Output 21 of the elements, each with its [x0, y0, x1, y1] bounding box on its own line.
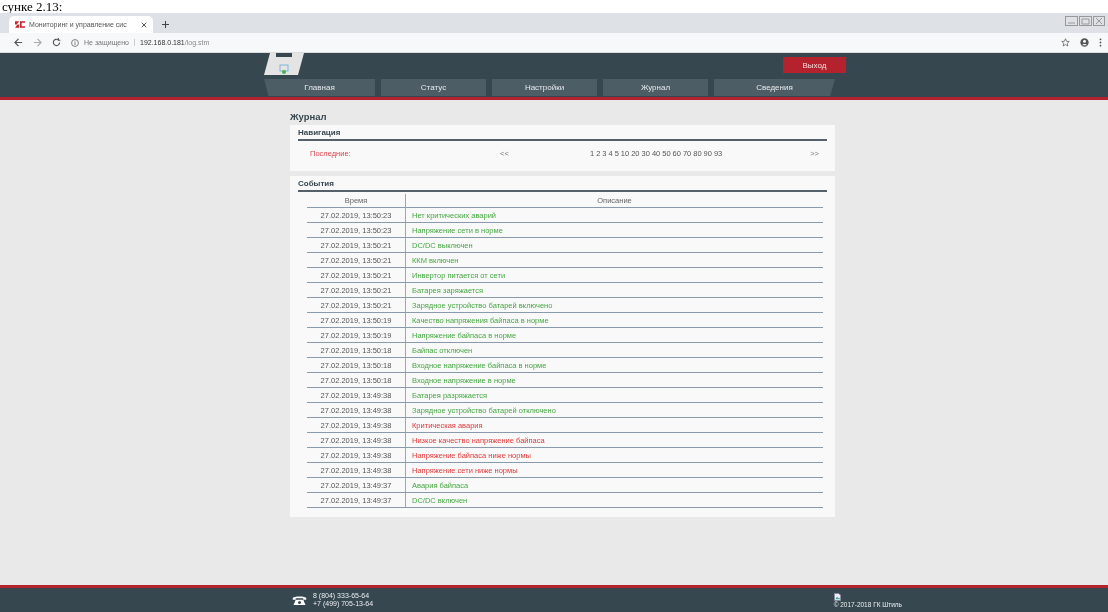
- nav-tab[interactable]: Журнал: [603, 79, 708, 96]
- close-icon[interactable]: [141, 21, 147, 28]
- reload-icon[interactable]: [52, 38, 61, 47]
- info-icon: [71, 38, 79, 47]
- nav-tab[interactable]: Статус: [381, 79, 486, 96]
- logout-button[interactable]: Выход: [783, 57, 846, 73]
- back-icon[interactable]: [14, 38, 23, 47]
- nav-tab[interactable]: Настройки: [492, 79, 597, 96]
- telephone-icon: [292, 594, 307, 606]
- document-caption: сунке 2.13:: [2, 0, 63, 13]
- section-title: События: [298, 179, 827, 192]
- new-tab-icon[interactable]: [162, 21, 169, 28]
- account-icon[interactable]: [1080, 38, 1089, 47]
- nav-tab[interactable]: Главная: [264, 79, 375, 96]
- logo-icon: [15, 21, 25, 28]
- page-title: Журнал: [290, 110, 328, 124]
- nav-tab[interactable]: Сведения: [714, 79, 835, 96]
- bookmark-star-icon[interactable]: [1061, 38, 1070, 47]
- menu-icon[interactable]: [1099, 38, 1102, 47]
- section-title: Навигация: [298, 128, 827, 141]
- broken-image-icon: [833, 592, 841, 601]
